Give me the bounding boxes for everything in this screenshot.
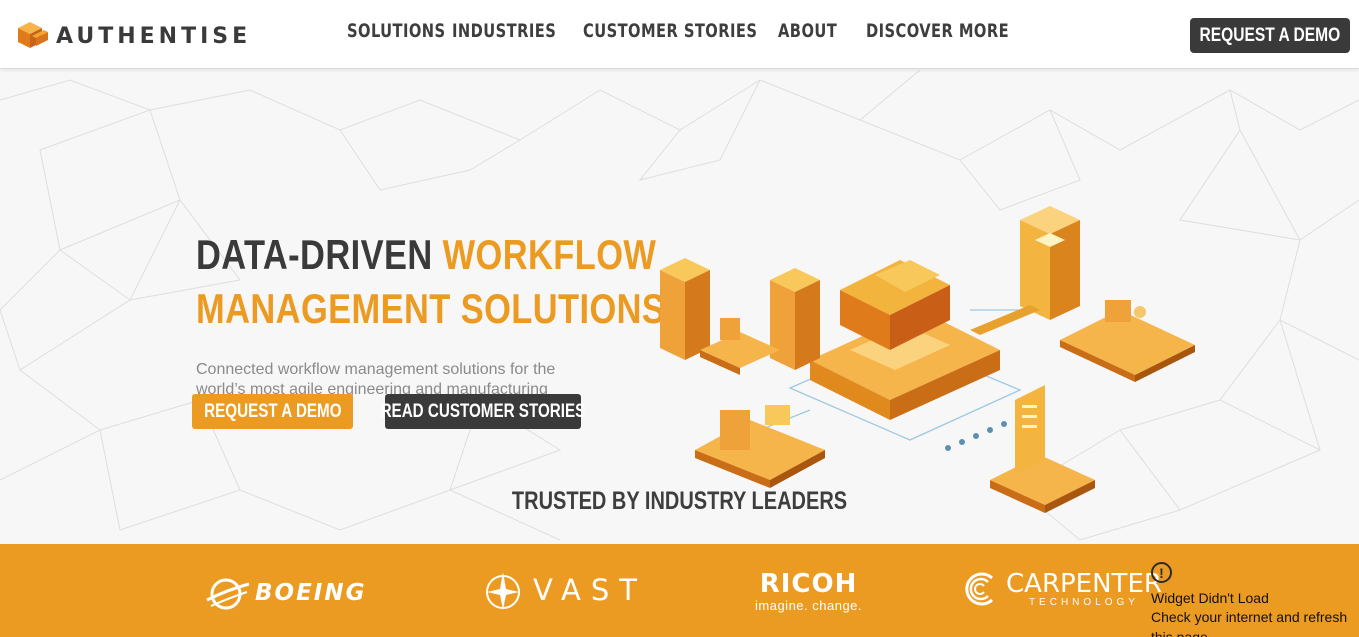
nav-customer-stories[interactable]: CUSTOMER STORIES xyxy=(583,20,757,42)
carpenter-wordmark: CARPENTER xyxy=(1006,569,1162,599)
nav-industries[interactable]: INDUSTRIES xyxy=(452,20,556,42)
widget-error-message: Check your internet and refresh this pag… xyxy=(1151,609,1348,637)
site-header: AUTHENTISE SOLUTIONS INDUSTRIES CUSTOMER… xyxy=(0,0,1359,69)
vast-wordmark: VAST xyxy=(533,573,647,607)
carpenter-logo: CARPENTER TECHNOLOGY xyxy=(962,570,1162,608)
nav-discover-more[interactable]: DISCOVER MORE xyxy=(866,20,1009,42)
nav-solutions[interactable]: SOLUTIONS xyxy=(347,20,446,42)
brand-logo[interactable]: AUTHENTISE xyxy=(14,18,251,54)
hero-section: DATA-DRIVEN WORKFLOW MANAGEMENT SOLUTION… xyxy=(0,70,1359,544)
vast-logo: VAST xyxy=(485,570,647,610)
main-nav: SOLUTIONS INDUSTRIES CUSTOMER STORIES AB… xyxy=(330,20,1009,42)
hero-request-demo-label: REQUEST A DEMO xyxy=(203,400,342,422)
ricoh-logo: RICOH imagine. change. xyxy=(755,570,862,613)
nav-about[interactable]: ABOUT xyxy=(778,20,837,42)
headline-orange-part-1: WORKFLOW xyxy=(442,231,657,278)
hero-request-demo-button[interactable]: REQUEST A DEMO xyxy=(192,394,353,429)
trusted-heading-label: TRUSTED BY INDUSTRY LEADERS xyxy=(511,487,848,515)
boeing-globe-icon xyxy=(206,578,250,610)
carpenter-c-icon xyxy=(965,572,994,606)
alert-icon: ! xyxy=(1151,562,1172,583)
ricoh-tagline: imagine. change. xyxy=(755,598,863,613)
authentise-cube-icon xyxy=(18,22,48,48)
carpenter-subtext: TECHNOLOGY xyxy=(1028,597,1139,608)
read-customer-stories-label: READ CUSTOMER STORIES xyxy=(380,400,586,422)
boeing-logo: BOEING xyxy=(205,570,366,616)
header-request-demo-button[interactable]: REQUEST A DEMO xyxy=(1190,18,1350,53)
headline-dark-part: DATA-DRIVEN xyxy=(196,231,443,278)
workflow-isometric-illustration xyxy=(660,206,1195,513)
header-request-demo-label: REQUEST A DEMO xyxy=(1199,24,1341,46)
brand-name: AUTHENTISE xyxy=(56,23,252,49)
headline-orange-part-2: MANAGEMENT SOLUTIONS xyxy=(196,285,666,332)
trusted-heading: TRUSTED BY INDUSTRY LEADERS xyxy=(0,487,1359,516)
hero-headline: DATA-DRIVEN WORKFLOW MANAGEMENT SOLUTION… xyxy=(196,228,665,336)
ricoh-wordmark: RICOH xyxy=(759,569,858,599)
widget-error-title: Widget Didn't Load xyxy=(1151,590,1269,606)
boeing-wordmark: BOEING xyxy=(255,580,367,606)
widget-error: ! Widget Didn't Load Check your internet… xyxy=(1151,562,1359,637)
vast-star-icon xyxy=(486,572,520,610)
read-customer-stories-button[interactable]: READ CUSTOMER STORIES xyxy=(381,394,585,429)
